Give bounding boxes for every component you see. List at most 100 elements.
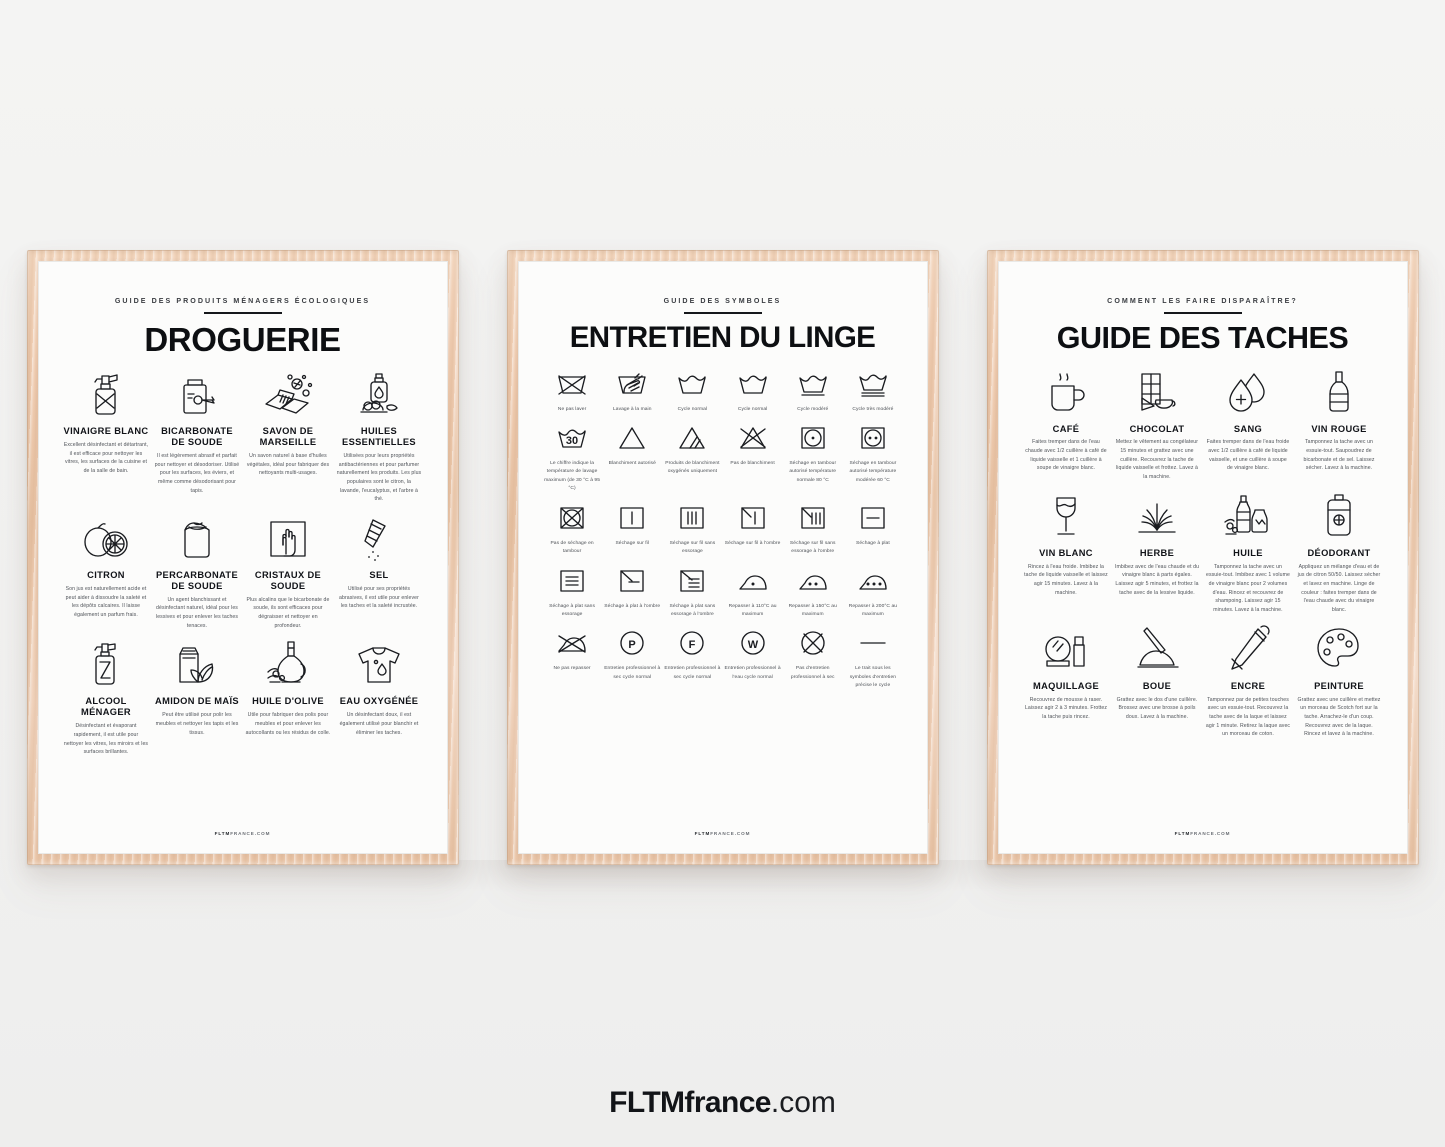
list-item[interactable]: Ne pas repasser [544,626,601,690]
essential-oils-icon [337,370,422,420]
list-item-title: HUILES ESSENTIELLES [342,426,416,447]
list-item[interactable]: Produits de blanchiment oxygénés uniquem… [664,421,721,494]
list-item[interactable]: BICARBONATE DE SOUDE Il est légèrement a… [155,370,240,504]
list-item-desc: Rincez à l'eau froide. Imbibez la tache … [1024,563,1108,596]
list-item[interactable]: Lavage à la main [604,367,661,414]
list-item[interactable]: Séchage sur fil sans essorage [664,501,721,557]
list-item-caption: Blanchiment autorisé [608,460,656,466]
list-item[interactable]: Séchage à plat à l'ombre [604,564,661,620]
list-item-caption: Repasser à 110°C au maximum [728,603,777,617]
flat-dry-no-wring-icon [544,564,601,598]
list-item[interactable]: Cycle normal [664,367,721,414]
list-item[interactable]: Séchage sur fil à l'ombre [724,501,781,557]
list-item-title: BOUE [1142,680,1172,691]
picture-frame-guide-des-taches[interactable]: COMMENT LES FAIRE DISPARAÎTRE? GUIDE DES… [987,250,1419,865]
list-item[interactable]: Séchage à plat [844,501,901,557]
svg-text:P: P [629,639,636,651]
list-item-caption: Séchage sur fil [615,540,650,546]
list-item[interactable]: Séchage sur fil sans essorage à l'ombre [784,501,841,557]
list-item-desc: Utile pour fabriquer des polis pour meub… [245,712,331,736]
list-item[interactable]: Ne pas laver [544,367,601,414]
list-item[interactable]: MAQUILLAGE Recouvrez de mousse à raser. … [1024,625,1109,739]
list-item-title: ALCOOL MÉNAGER [81,696,131,718]
poster-mat: GUIDE DES SYMBOLES ENTRETIEN DU LINGE Ne… [517,261,928,854]
list-item[interactable]: HERBE Imbibez avec de l'eau chaude et du… [1115,492,1200,615]
list-item[interactable]: Pas d'entretien professionnel à sec [784,626,841,690]
list-item-desc: Imbibez avec de l'eau chaude et du vinai… [1114,563,1200,596]
wine-bottle-icon [1297,368,1382,418]
list-item[interactable]: DÉODORANT Appliquez un mélange d'eau et … [1297,492,1382,615]
list-item[interactable]: F Entretien professionnel à sec cycle nor… [664,626,721,690]
list-item[interactable]: Séchage sur fil [604,501,661,557]
list-item-title: DÉODORANT [1307,547,1371,558]
list-item[interactable]: Cycle modéré [784,367,841,414]
list-item[interactable]: VIN BLANC Rincez à l'eau froide. Imbibez… [1024,492,1109,615]
list-item[interactable]: Pas de séchage en tambour [544,501,601,557]
oxygen-bleach-icon [664,421,721,455]
list-item[interactable]: BOUE Grattez avec le dos d'une cuillère.… [1115,625,1200,739]
list-item[interactable]: CAFÉ Faites tremper dans de l'eau chaude… [1024,368,1109,482]
no-iron-icon [544,626,601,660]
line-dry-shade-icon [724,501,781,535]
list-item-title: BICARBONATE DE SOUDE [161,426,233,447]
list-item[interactable]: CHOCOLAT Mettez le vêtement au congélate… [1115,368,1200,482]
list-item-desc: Tamponnez la tache avec un essuie-tout. … [1206,563,1290,613]
list-item[interactable]: Repasser à 150°C au maximum [784,564,841,620]
list-item[interactable]: CITRON Son jus est naturellement acide e… [64,514,149,631]
bar-under-symbol-icon [844,626,901,660]
list-item-caption: Séchage sur fil à l'ombre [724,540,781,546]
list-item[interactable]: Séchage en tambour autorisé température … [844,421,901,494]
list-item-desc: Faites tremper dans de l'eau chaude avec… [1025,439,1107,472]
list-item[interactable]: AMIDON DE MAÏS Peut être utilisé pour po… [155,640,240,757]
list-item[interactable]: Blanchiment autorisé [604,421,661,494]
page-title: ENTRETIEN DU LINGE [569,321,876,354]
list-item-desc: Grattez avec le dos d'une cuillère. Bros… [1116,696,1198,720]
list-item-title: CITRON [87,569,125,580]
no-wash-icon [544,367,601,401]
dryclean-f-icon: F [664,626,721,660]
paint-palette-icon [1297,625,1382,675]
list-item[interactable]: PEINTURE Grattez avec une cuillère et me… [1297,625,1382,739]
list-item[interactable]: P Entretien professionnel à sec cycle nor… [604,626,661,690]
list-item[interactable]: Le trait sous les symboles d'entretien p… [844,626,901,690]
list-item-desc: Un agent blanchissant et désinfectant na… [155,596,239,629]
list-item[interactable]: HUILES ESSENTIELLES Utilisées pour leurs… [337,370,422,504]
list-item[interactable]: VIN ROUGE Tamponnez la tache avec un ess… [1297,368,1382,482]
picture-frame-entretien-du-linge[interactable]: GUIDE DES SYMBOLES ENTRETIEN DU LINGE Ne… [507,250,939,865]
list-item-caption: Entretien professionnel à l'eau cycle no… [724,666,781,680]
list-item[interactable]: SANG Faites tremper dans de l'eau froide… [1206,368,1291,482]
iron-low-icon [724,564,781,598]
list-item[interactable]: HUILE Tamponnez la tache avec un essuie-… [1206,492,1291,615]
list-item[interactable]: ALCOOL MÉNAGER Désinfectant et évaporant… [64,640,149,757]
picture-frame-droguerie[interactable]: GUIDE DES PRODUITS MÉNAGERS ÉCOLOGIQUES … [27,250,459,865]
list-item[interactable]: ENCRE Tamponnez par de petites touches a… [1206,624,1291,739]
very-moderate-cycle-icon [844,367,901,401]
list-item-caption: Cycle normal [737,406,768,412]
list-item[interactable]: Pas de blanchiment [724,421,781,494]
list-item-title: SANG [1233,423,1263,434]
list-item[interactable]: SEL Utilisé pour ses propriétés abrasive… [337,514,422,631]
list-item[interactable]: CRISTAUX DE SOUDE Plus alcalins que le b… [246,514,331,631]
list-item[interactable]: Cycle normal [724,367,781,414]
list-item[interactable]: HUILE D'OLIVE Utile pour fabriquer des p… [246,640,331,757]
soap-bar-icon [246,370,331,420]
list-item[interactable]: EAU OXYGÉNÉE Un désinfectant doux, il es… [337,640,422,757]
list-item[interactable]: Repasser à 110°C au maximum [724,564,781,620]
drip-dry-icon [664,501,721,535]
list-item[interactable]: W Entretien professionnel à l'eau cycle n… [724,626,781,690]
list-item[interactable]: Repasser à 200°C au maximum [844,564,901,620]
list-item-caption: Séchage à plat sans essorage [549,603,595,617]
list-item[interactable]: VINAIGRE BLANC Excellent désinfectant et… [64,370,149,504]
list-item[interactable]: 30 Le chiffre indique la température de l… [544,421,601,494]
list-item[interactable]: Séchage en tambour autorisé température … [784,421,841,494]
list-item[interactable]: Séchage à plat sans essorage à l'ombre [664,564,721,620]
list-item-title: EAU OXYGÉNÉE [339,696,419,707]
poster-guide-des-taches: COMMENT LES FAIRE DISPARAÎTRE? GUIDE DES… [998,261,1408,854]
blood-drop-icon [1206,368,1291,418]
list-item[interactable]: Séchage à plat sans essorage [544,564,601,620]
list-item[interactable]: SAVON DE MARSEILLE Un savon naturel à ba… [246,370,331,504]
list-item[interactable]: PERCARBONATE DE SOUDE Un agent blanchiss… [155,514,240,631]
footer-brand-bold: FLTM [1174,831,1191,836]
list-item[interactable]: Cycle très modéré [844,367,901,414]
flat-dry-icon [844,501,901,535]
